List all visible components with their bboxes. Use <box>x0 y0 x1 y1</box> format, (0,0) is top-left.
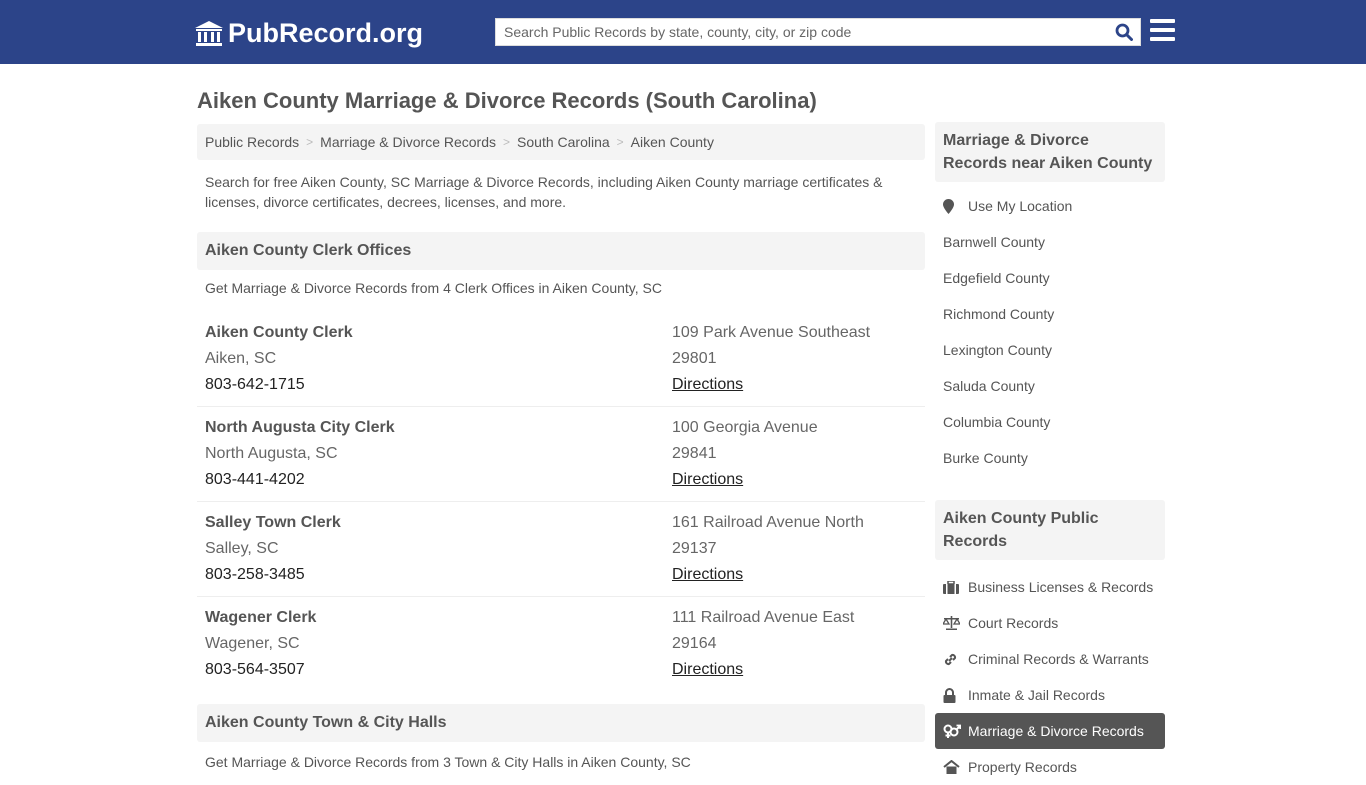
town-halls-subtitle: Get Marriage & Divorce Records from 3 To… <box>205 754 691 770</box>
office-phone[interactable]: 803-441-4202 <box>205 467 672 493</box>
search-input[interactable] <box>496 19 1108 45</box>
courthouse-icon <box>195 20 223 46</box>
directions-link[interactable]: Directions <box>672 566 743 583</box>
office-name: Aiken County Clerk <box>205 324 353 341</box>
office-address: 109 Park Avenue Southeast <box>672 324 871 341</box>
sidebar-item-business[interactable]: Business Licenses & Records <box>935 569 1165 605</box>
office-zip: 29164 <box>672 635 717 652</box>
sidebar-item-label: Inmate & Jail Records <box>968 687 1105 703</box>
home-icon <box>943 760 968 774</box>
office-city: Wagener, SC <box>205 635 300 652</box>
office-zip: 29841 <box>672 445 717 462</box>
sidebar-nearby: Marriage & Divorce Records near Aiken Co… <box>935 122 1165 476</box>
nearby-county-link[interactable]: Barnwell County <box>935 224 1165 260</box>
office-row: Wagener Clerk Wagener, SC 803-564-3507 1… <box>197 597 925 692</box>
main-content: Public Records > Marriage & Divorce Reco… <box>197 124 925 784</box>
office-name: North Augusta City Clerk <box>205 419 395 436</box>
hamburger-icon-bar <box>1150 19 1175 23</box>
office-name: Wagener Clerk <box>205 609 317 626</box>
office-address: 161 Railroad Avenue North <box>672 514 864 531</box>
intro-text: Search for free Aiken County, SC Marriag… <box>205 174 883 210</box>
directions-link[interactable]: Directions <box>672 661 743 678</box>
gender-icon <box>943 724 968 739</box>
breadcrumb-south-carolina[interactable]: South Carolina <box>517 134 610 150</box>
office-row: Salley Town Clerk Salley, SC 803-258-348… <box>197 502 925 597</box>
nearby-county-link[interactable]: Richmond County <box>935 296 1165 332</box>
sidebar-public-records: Aiken County Public Records Business Lic… <box>935 500 1165 785</box>
nearby-county-link[interactable]: Columbia County <box>935 404 1165 440</box>
directions-link[interactable]: Directions <box>672 471 743 488</box>
office-zip: 29801 <box>672 350 717 367</box>
sidebar-item-court[interactable]: Court Records <box>935 605 1165 641</box>
office-city: Aiken, SC <box>205 350 277 367</box>
nearby-county-link[interactable]: Burke County <box>935 440 1165 476</box>
menu-button[interactable] <box>1150 19 1175 41</box>
sidebar-item-inmate[interactable]: Inmate & Jail Records <box>935 677 1165 713</box>
breadcrumb-public-records[interactable]: Public Records <box>205 134 299 150</box>
hamburger-icon-bar <box>1150 28 1175 32</box>
page-title: Aiken County Marriage & Divorce Records … <box>197 88 817 113</box>
lock-icon <box>943 687 968 703</box>
search-button[interactable] <box>1108 19 1140 45</box>
nearby-county-link[interactable]: Lexington County <box>935 332 1165 368</box>
sidebar-item-marriage-divorce[interactable]: Marriage & Divorce Records <box>935 713 1165 749</box>
search-icon <box>1115 23 1133 41</box>
breadcrumb-separator: > <box>306 135 314 149</box>
public-records-heading: Aiken County Public Records <box>935 500 1165 560</box>
office-phone[interactable]: 803-564-3507 <box>205 657 672 683</box>
sidebar-item-label: Court Records <box>968 615 1059 631</box>
sidebar-item-criminal[interactable]: Criminal Records & Warrants <box>935 641 1165 677</box>
breadcrumb: Public Records > Marriage & Divorce Reco… <box>197 124 925 160</box>
directions-link[interactable]: Directions <box>672 376 743 393</box>
town-halls-heading: Aiken County Town & City Halls <box>197 704 925 742</box>
nearby-heading: Marriage & Divorce Records near Aiken Co… <box>935 122 1165 182</box>
clerk-offices-subtitle: Get Marriage & Divorce Records from 4 Cl… <box>205 280 662 296</box>
top-navbar: PubRecord.org <box>0 0 1366 64</box>
clerk-offices-heading: Aiken County Clerk Offices <box>197 232 925 270</box>
sidebar-item-label: Criminal Records & Warrants <box>968 651 1149 667</box>
scales-icon <box>943 616 968 630</box>
office-row: North Augusta City Clerk North Augusta, … <box>197 407 925 502</box>
nearby-county-link[interactable]: Edgefield County <box>935 260 1165 296</box>
breadcrumb-separator: > <box>616 135 624 149</box>
logo-text: PubRecord.org <box>228 18 424 48</box>
office-zip: 29137 <box>672 540 717 557</box>
office-address: 111 Railroad Avenue East <box>672 609 855 626</box>
use-location-label: Use My Location <box>968 198 1073 214</box>
link-icon <box>943 652 968 667</box>
office-city: Salley, SC <box>205 540 279 557</box>
office-city: North Augusta, SC <box>205 445 338 462</box>
office-phone[interactable]: 803-258-3485 <box>205 562 672 588</box>
briefcase-icon <box>943 580 968 594</box>
nearby-county-link[interactable]: Saluda County <box>935 368 1165 404</box>
hamburger-icon-bar <box>1150 37 1175 41</box>
office-phone[interactable]: 803-642-1715 <box>205 372 672 398</box>
office-row: Aiken County Clerk Aiken, SC 803-642-171… <box>197 312 925 407</box>
office-address: 100 Georgia Avenue <box>672 419 818 436</box>
use-my-location[interactable]: Use My Location <box>935 188 1165 224</box>
sidebar-item-label: Property Records <box>968 759 1077 775</box>
office-name: Salley Town Clerk <box>205 514 341 531</box>
sidebar-item-property[interactable]: Property Records <box>935 749 1165 785</box>
breadcrumb-aiken-county[interactable]: Aiken County <box>631 134 714 150</box>
logo-link[interactable]: PubRecord.org <box>195 18 423 49</box>
breadcrumb-separator: > <box>503 135 511 149</box>
sidebar-item-label: Marriage & Divorce Records <box>968 723 1144 739</box>
search-bar <box>495 18 1141 46</box>
map-marker-icon <box>943 198 968 214</box>
breadcrumb-marriage-divorce[interactable]: Marriage & Divorce Records <box>320 134 496 150</box>
sidebar-item-label: Business Licenses & Records <box>968 579 1154 595</box>
